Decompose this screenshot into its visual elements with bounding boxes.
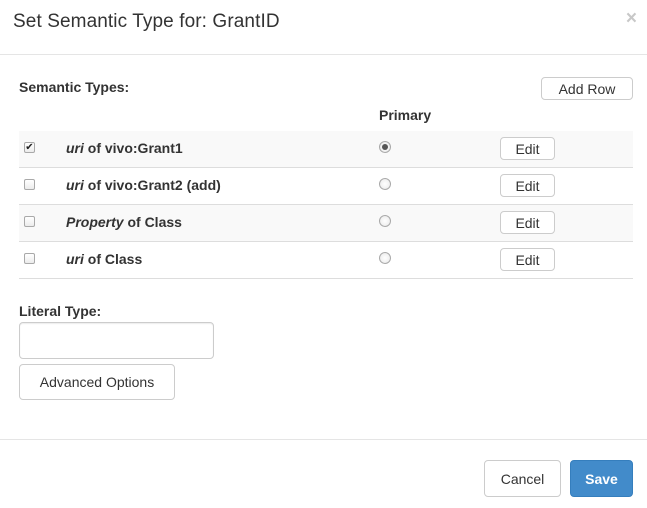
semantic-type-text: of Class (83, 251, 143, 267)
advanced-options-button[interactable]: Advanced Options (19, 364, 175, 400)
dialog-title: Set Semantic Type for: GrantID (13, 11, 280, 32)
primary-radio[interactable] (379, 178, 391, 190)
semantic-type-keyword: uri (66, 140, 84, 156)
semantic-type-label: uri of Class (66, 251, 142, 267)
table-row: uri of Class Edit (19, 242, 633, 279)
table-row: uri of vivo:Grant2 (add) Edit (19, 168, 633, 205)
literal-type-input[interactable] (19, 322, 214, 359)
edit-button[interactable]: Edit (500, 211, 555, 234)
save-button[interactable]: Save (570, 460, 633, 497)
semantic-type-text: of vivo:Grant1 (83, 140, 183, 156)
dialog-header: Set Semantic Type for: GrantID × (0, 0, 647, 55)
semantic-type-keyword: Property (66, 214, 124, 230)
semantic-type-label: Property of Class (66, 214, 182, 230)
primary-radio[interactable] (379, 141, 391, 153)
footer-divider (0, 439, 647, 440)
semantic-types-table-header: Primary (19, 100, 633, 132)
edit-button[interactable]: Edit (500, 248, 555, 271)
cancel-button[interactable]: Cancel (484, 460, 561, 497)
semantic-type-keyword: uri (66, 177, 84, 193)
table-row: Property of Class Edit (19, 205, 633, 242)
semantic-type-keyword: uri (66, 251, 84, 267)
semantic-type-dialog: Set Semantic Type for: GrantID × Semanti… (0, 0, 647, 508)
table-row: ✔ uri of vivo:Grant1 Edit (19, 131, 633, 168)
edit-button[interactable]: Edit (500, 137, 555, 160)
semantic-types-label: Semantic Types: (19, 79, 130, 95)
row-checkbox[interactable] (24, 253, 35, 264)
semantic-type-label: uri of vivo:Grant1 (66, 140, 183, 156)
row-checkbox[interactable] (24, 216, 35, 227)
semantic-type-text: of vivo:Grant2 (add) (83, 177, 221, 193)
edit-button[interactable]: Edit (500, 174, 555, 197)
add-row-button[interactable]: Add Row (541, 77, 633, 100)
primary-radio[interactable] (379, 215, 391, 227)
primary-radio[interactable] (379, 252, 391, 264)
semantic-type-text: of Class (123, 214, 182, 230)
close-icon[interactable]: × (626, 9, 637, 28)
row-checkbox[interactable]: ✔ (24, 142, 35, 153)
row-checkbox[interactable] (24, 179, 35, 190)
semantic-type-label: uri of vivo:Grant2 (add) (66, 177, 221, 193)
primary-column-header: Primary (379, 107, 432, 123)
literal-type-label: Literal Type: (19, 303, 102, 319)
